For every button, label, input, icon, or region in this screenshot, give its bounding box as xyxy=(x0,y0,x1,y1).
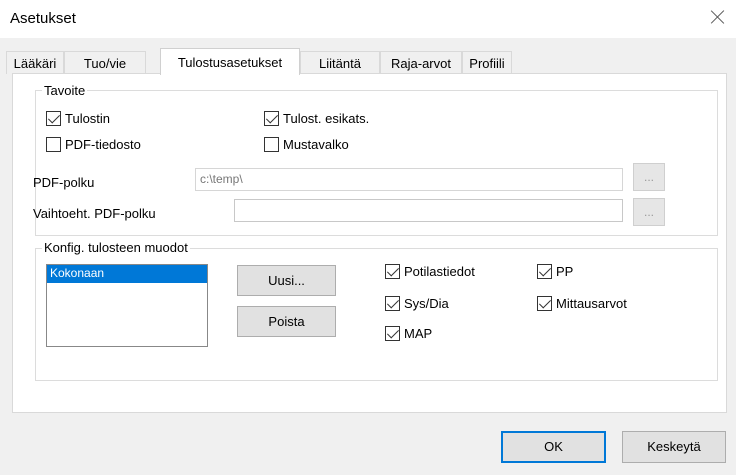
format-listbox[interactable]: Kokonaan xyxy=(46,264,208,347)
checkbox-mittausarvot-label: Mittausarvot xyxy=(556,296,627,311)
checkbox-pp[interactable]: PP xyxy=(537,264,573,279)
checkbox-sys-dia[interactable]: Sys/Dia xyxy=(385,296,449,311)
ok-button[interactable]: OK xyxy=(501,431,606,463)
group-konfig-label: Konfig. tulosteen muodot xyxy=(42,240,190,255)
checkbox-pdf-tiedosto[interactable]: PDF-tiedosto xyxy=(46,137,141,152)
list-item[interactable]: Kokonaan xyxy=(47,265,207,283)
cancel-button[interactable]: Keskeytä xyxy=(622,431,726,463)
pdf-polku-input[interactable]: c:\temp\ xyxy=(195,168,623,191)
checkbox-map-label: MAP xyxy=(404,326,433,341)
checkbox-pp-box[interactable] xyxy=(537,264,552,279)
tab-laakari[interactable]: Lääkäri xyxy=(6,51,64,74)
checkbox-tulostin-label: Tulostin xyxy=(65,111,111,126)
pdf-polku-browse-button[interactable]: ... xyxy=(633,163,665,191)
checkbox-mittausarvot-box[interactable] xyxy=(537,296,552,311)
vaihtoeht-pdf-polku-browse-button[interactable]: ... xyxy=(633,198,665,226)
checkbox-pp-label: PP xyxy=(556,264,574,279)
checkbox-tulostin[interactable]: Tulostin xyxy=(46,111,110,126)
checkbox-tulostin-box[interactable] xyxy=(46,111,61,126)
tab-panel: Tavoite Tulostin Tulost. esikats. PDF-ti… xyxy=(12,73,727,413)
title-bar: Asetukset xyxy=(0,0,736,38)
vaihtoeht-pdf-polku-input[interactable] xyxy=(234,199,623,222)
checkbox-map[interactable]: MAP xyxy=(385,326,432,341)
poista-button[interactable]: Poista xyxy=(237,306,336,337)
tab-tuo-vie[interactable]: Tuo/vie xyxy=(64,51,146,74)
checkbox-mustavalko-label: Mustavalko xyxy=(283,137,349,152)
checkbox-potilastiedot-label: Potilastiedot xyxy=(404,264,475,279)
checkbox-mustavalko[interactable]: Mustavalko xyxy=(264,137,349,152)
close-icon[interactable] xyxy=(708,7,728,27)
tab-raja-arvot[interactable]: Raja-arvot xyxy=(380,51,462,74)
vaihtoeht-pdf-polku-label: Vaihtoeht. PDF-polku xyxy=(33,206,156,221)
uusi-button[interactable]: Uusi... xyxy=(237,265,336,296)
checkbox-map-box[interactable] xyxy=(385,326,400,341)
pdf-polku-label: PDF-polku xyxy=(33,175,95,190)
checkbox-mittausarvot[interactable]: Mittausarvot xyxy=(537,296,627,311)
checkbox-potilastiedot-box[interactable] xyxy=(385,264,400,279)
group-tavoite-label: Tavoite xyxy=(42,83,88,98)
tab-profiili[interactable]: Profiili xyxy=(462,51,512,74)
checkbox-sys-dia-box[interactable] xyxy=(385,296,400,311)
tab-tulostusasetukset[interactable]: Tulostusasetukset xyxy=(160,48,300,75)
checkbox-sys-dia-label: Sys/Dia xyxy=(404,296,449,311)
checkbox-pdf-tiedosto-label: PDF-tiedosto xyxy=(65,137,141,152)
checkbox-mustavalko-box[interactable] xyxy=(264,137,279,152)
checkbox-tulost-esikats[interactable]: Tulost. esikats. xyxy=(264,111,369,126)
tab-liitanta[interactable]: Liitäntä xyxy=(300,51,380,74)
checkbox-tulost-esikats-label: Tulost. esikats. xyxy=(283,111,370,126)
window-title: Asetukset xyxy=(10,10,76,27)
checkbox-pdf-tiedosto-box[interactable] xyxy=(46,137,61,152)
checkbox-tulost-esikats-box[interactable] xyxy=(264,111,279,126)
checkbox-potilastiedot[interactable]: Potilastiedot xyxy=(385,264,475,279)
